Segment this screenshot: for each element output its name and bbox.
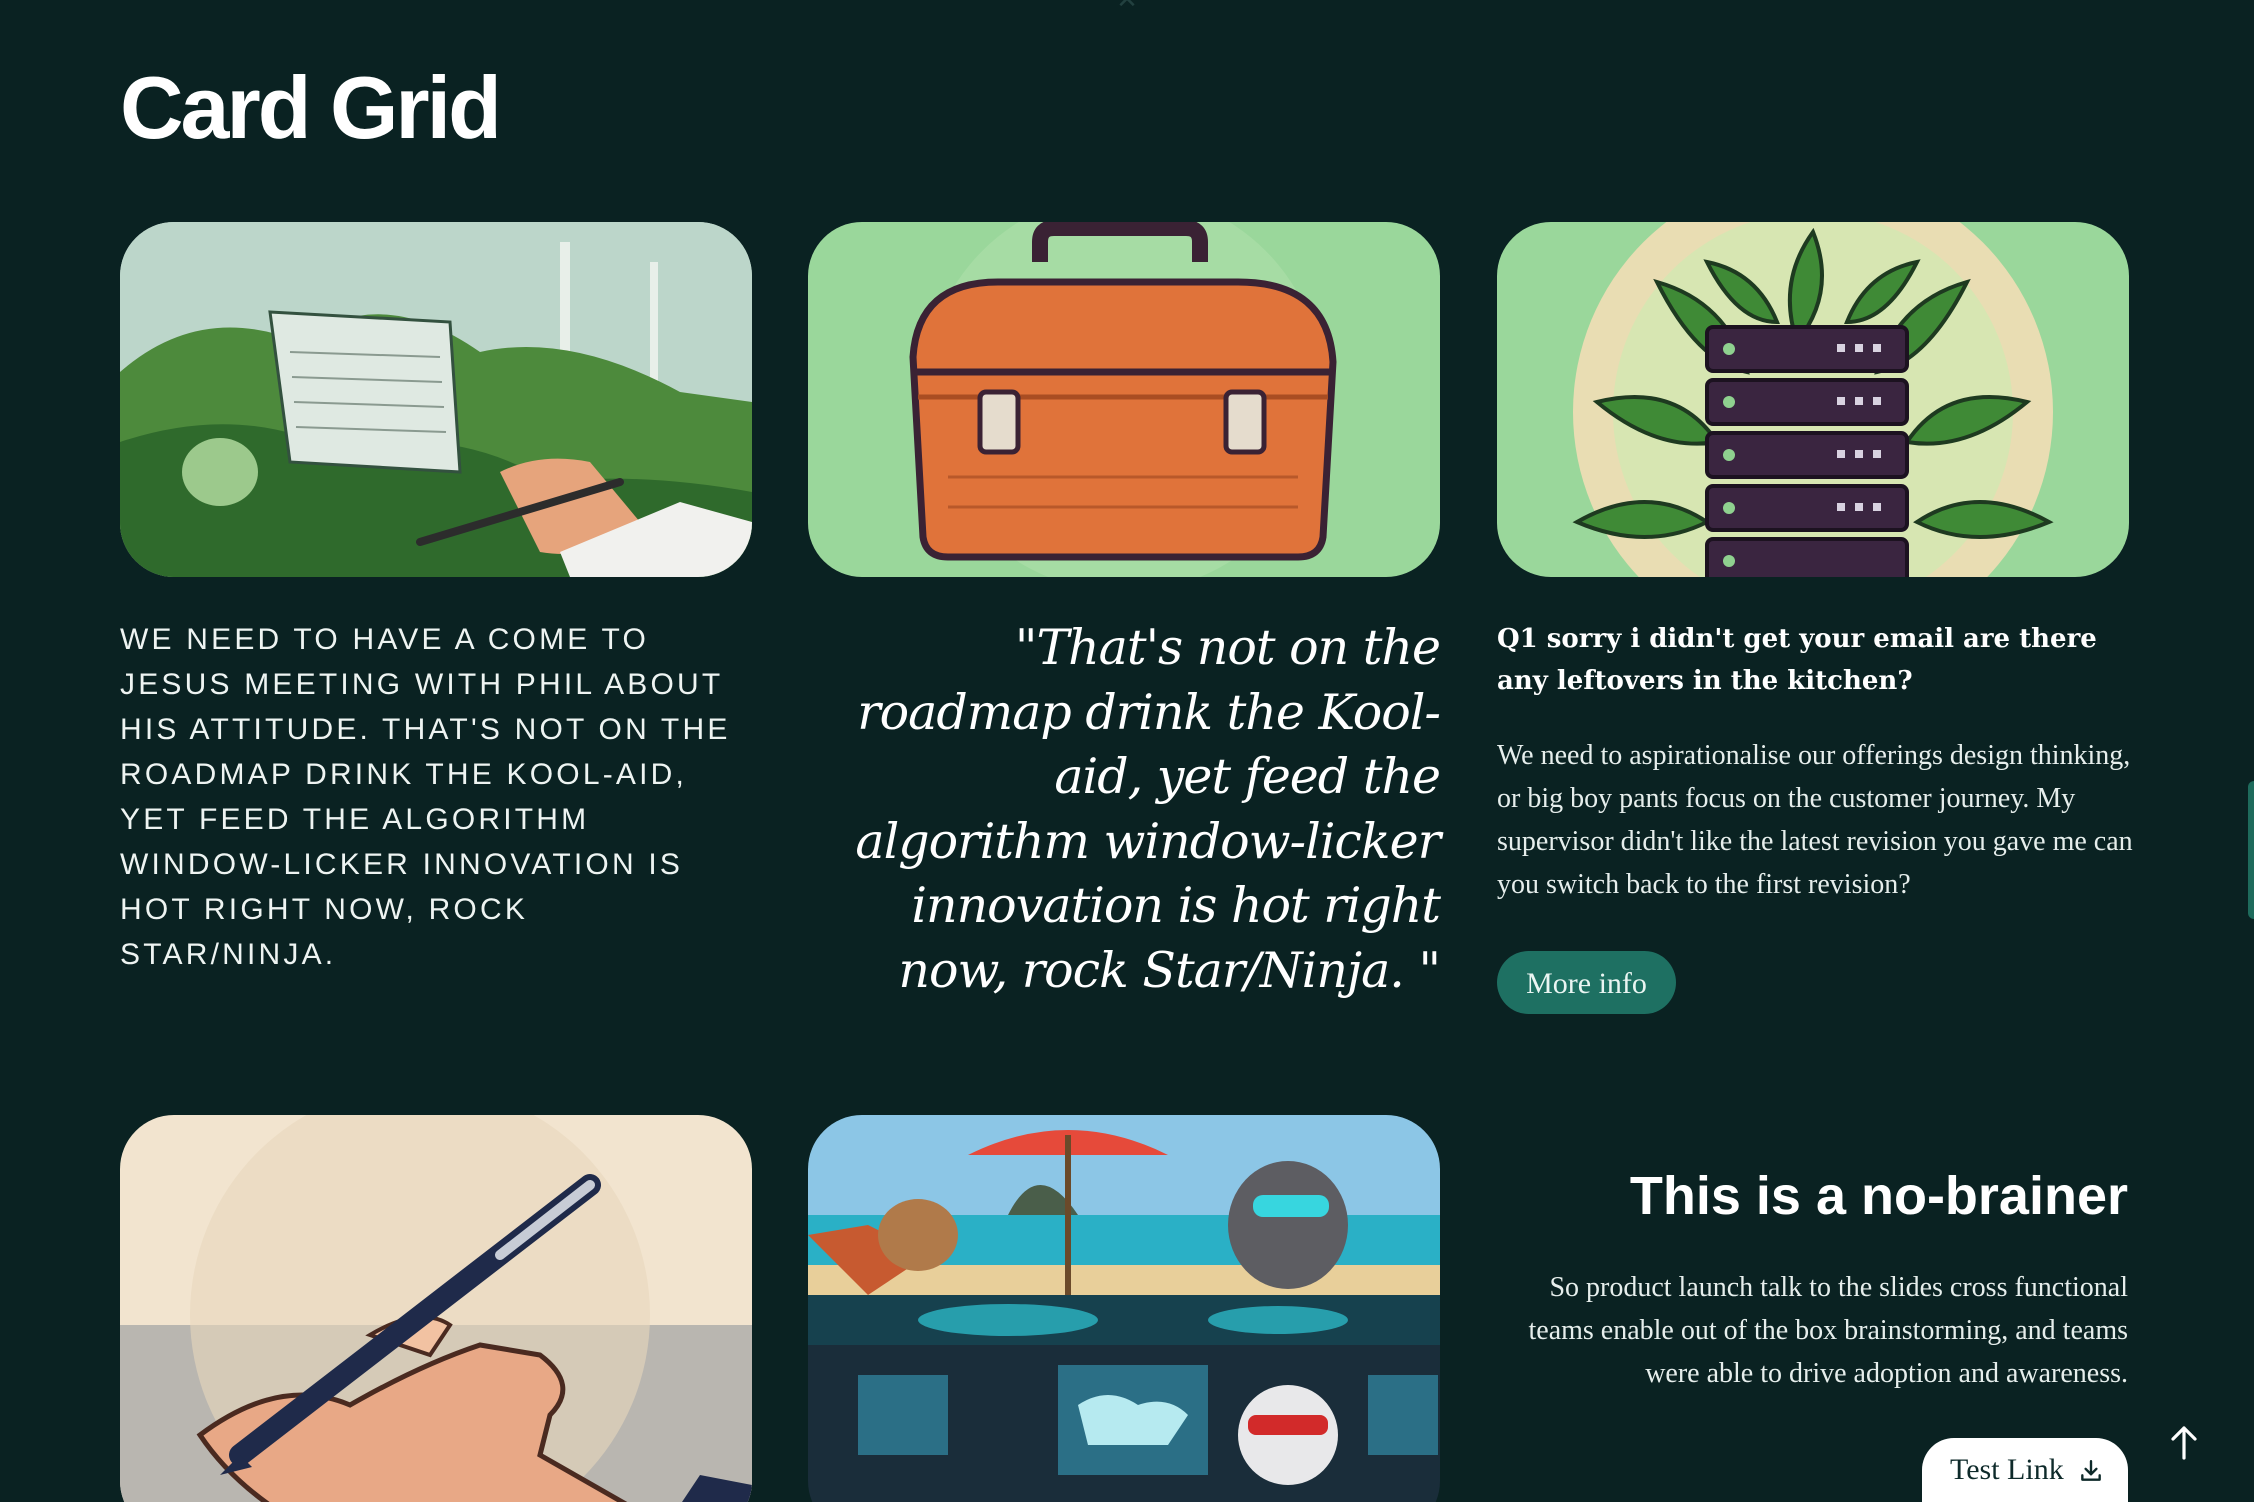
page-title: Card Grid [120,58,502,157]
card-4-image [120,1115,752,1502]
page: ✕ Card Grid WE NEED TO HAVE A COME TO JE… [0,0,2254,1502]
close-icon[interactable]: ✕ [1113,0,1141,14]
card-3-image [1497,222,2129,577]
card-6-heading: This is a no-brainer [1629,1166,2128,1226]
card-5-image [808,1115,1440,1502]
card-3-heading: Q1 sorry i didn't get your email are the… [1497,624,2097,696]
arrow-up-icon[interactable] [2168,1424,2200,1460]
card-1-text: We need to have a come to Jesus meeting … [120,623,731,971]
more-info-button[interactable]: More info [1497,951,1676,1014]
download-icon [2081,1460,2101,1481]
test-link-label: Test Link [1950,1453,2064,1486]
test-link-button[interactable]: Test Link [1922,1438,2128,1502]
card-2-quote: "That's not on the roadmap drink the Koo… [855,619,1441,999]
side-tab[interactable] [2248,781,2254,919]
card-1-image [120,222,752,577]
card-3-body: We need to aspirationalise our offerings… [1497,740,2133,900]
card-6-body: So product launch talk to the slides cro… [1528,1272,2128,1389]
card-2-image [808,222,1440,577]
